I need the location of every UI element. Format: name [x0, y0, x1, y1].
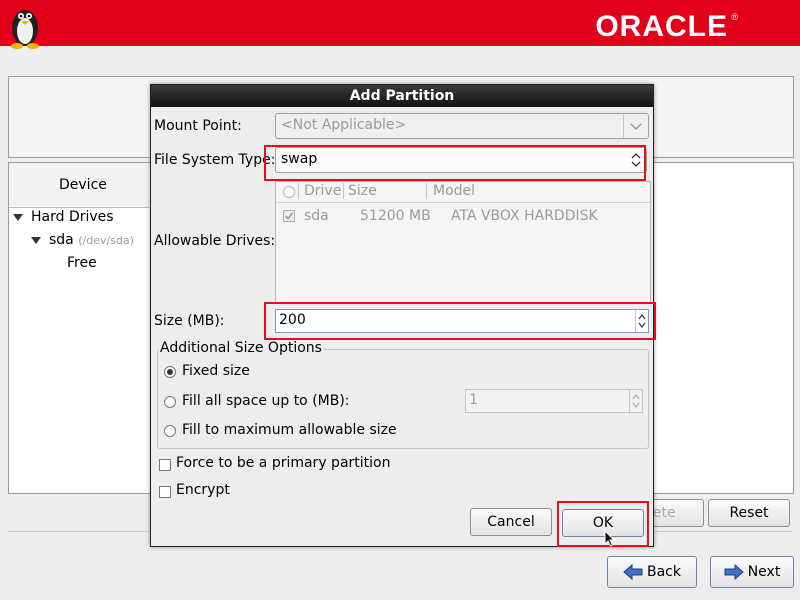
tree-item-hard-drives[interactable]: Hard Drives	[13, 209, 114, 225]
arrow-right-icon	[724, 564, 744, 580]
fill-upto-spinbox[interactable]: 1	[465, 389, 643, 413]
highlight-ok	[557, 501, 649, 547]
highlight-size	[264, 302, 656, 340]
encrypt-label[interactable]: Encrypt	[176, 482, 230, 498]
tree-item-label: sda	[49, 232, 74, 248]
back-button[interactable]: Back	[607, 556, 697, 588]
tux-logo-icon	[11, 10, 39, 49]
drives-header-model[interactable]: Model	[433, 183, 475, 199]
fill-max-radio[interactable]	[164, 425, 176, 437]
tree-item-sda[interactable]: sda (/dev/sda)	[31, 232, 134, 248]
drive-size: 51200 MB	[360, 208, 431, 224]
add-partition-dialog: Add Partition Mount Point: <Not Applicab…	[150, 84, 656, 547]
tree-item-free[interactable]: Free	[67, 255, 97, 271]
file-system-type-label: File System Type:	[154, 152, 276, 168]
expander-icon[interactable]	[13, 213, 23, 221]
highlight-fs-type	[264, 145, 646, 181]
device-header-label: Device	[59, 177, 107, 193]
encrypt-checkbox[interactable]	[159, 486, 171, 498]
allowable-drives-label: Allowable Drives:	[154, 233, 276, 249]
fixed-size-radio[interactable]	[164, 366, 176, 378]
dialog-title: Add Partition	[151, 85, 653, 107]
next-button[interactable]: Next	[710, 556, 794, 588]
device-column-header[interactable]: Device	[9, 163, 149, 208]
tree-item-label: Free	[67, 255, 97, 271]
force-primary-label[interactable]: Force to be a primary partition	[176, 455, 390, 471]
spin-arrows-icon[interactable]	[630, 390, 642, 412]
mouse-cursor-icon	[604, 530, 616, 547]
drive-model: ATA VBOX HARDDISK	[451, 208, 598, 224]
oracle-banner: ORACLE ®	[0, 0, 800, 49]
mount-point-combo[interactable]: <Not Applicable>	[275, 113, 649, 139]
allowable-drives-list[interactable]: Drive Size Model sda 51200 MB ATA VBOX H…	[275, 181, 651, 303]
force-primary-checkbox[interactable]	[159, 459, 171, 471]
fill-upto-label[interactable]: Fill all space up to (MB):	[182, 393, 350, 409]
mount-point-value: <Not Applicable>	[281, 117, 407, 133]
drives-list-header: Drive Size Model	[276, 182, 650, 203]
back-label: Back	[647, 564, 681, 580]
fixed-size-label[interactable]: Fixed size	[182, 363, 250, 379]
drive-checkbox[interactable]	[283, 210, 295, 222]
size-label: Size (MB):	[154, 313, 225, 329]
device-path: (/dev/sda)	[78, 234, 134, 247]
mount-point-label: Mount Point:	[154, 118, 242, 134]
size-options-title: Additional Size Options	[159, 340, 323, 356]
checkmark-icon	[284, 212, 294, 220]
cancel-button[interactable]: Cancel	[470, 508, 552, 536]
drives-header-size[interactable]: Size	[348, 183, 377, 199]
drive-name: sda	[304, 208, 329, 224]
reset-button[interactable]: Reset	[708, 499, 790, 527]
chevron-down-icon	[630, 123, 642, 131]
fill-max-label[interactable]: Fill to maximum allowable size	[182, 422, 397, 438]
fill-upto-radio[interactable]	[164, 396, 176, 408]
expander-icon[interactable]	[31, 236, 41, 244]
select-all-radio[interactable]	[283, 186, 295, 198]
registered-mark: ®	[731, 12, 738, 22]
fill-upto-value: 1	[469, 392, 478, 408]
arrow-left-icon	[623, 564, 643, 580]
oracle-logo-text: ORACLE	[595, 10, 728, 43]
tree-item-label: Hard Drives	[31, 209, 114, 225]
drives-header-drive[interactable]: Drive	[304, 183, 341, 199]
next-label: Next	[747, 564, 781, 580]
